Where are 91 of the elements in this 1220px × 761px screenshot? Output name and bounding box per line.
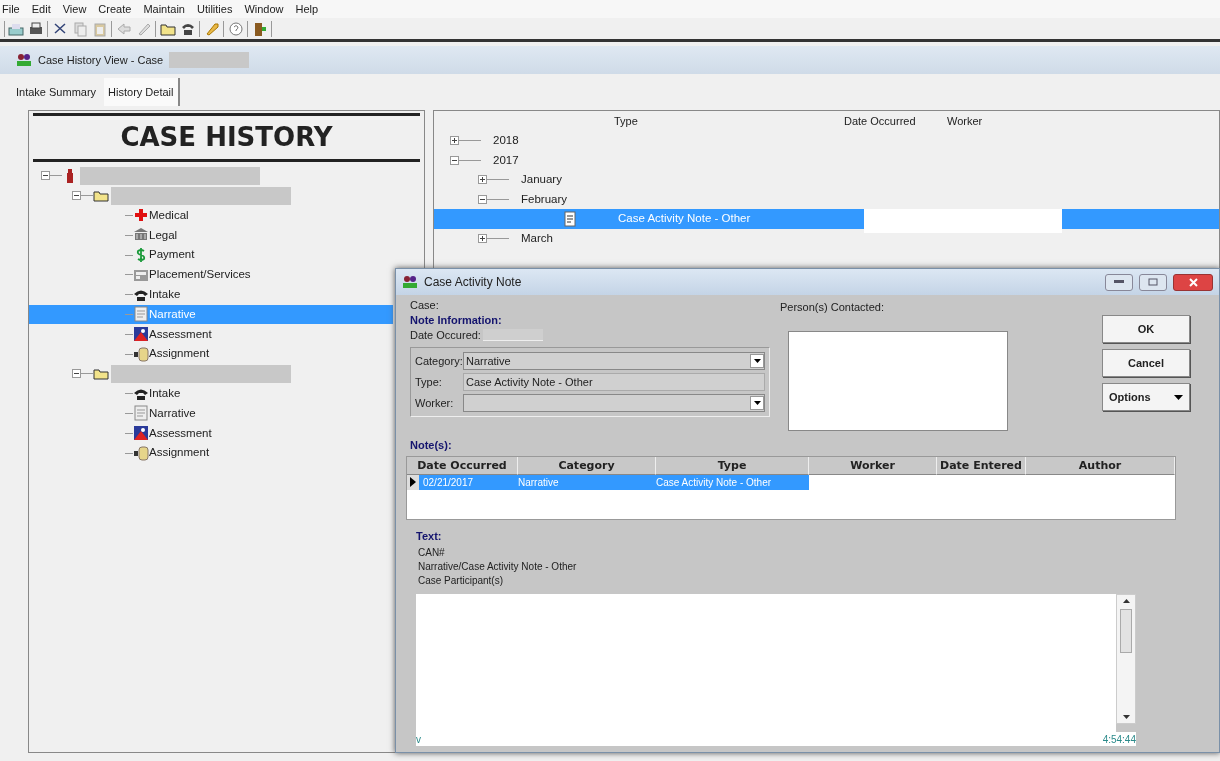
persons-contacted-label: Person(s) Contacted: <box>780 300 885 313</box>
tree-item[interactable]: February <box>521 190 568 208</box>
category-dropdown[interactable]: Narrative <box>463 352 765 370</box>
door-exit-icon[interactable] <box>252 20 268 37</box>
case-label: Case: <box>410 299 440 311</box>
scroll-up-icon <box>1122 599 1130 603</box>
tree-item[interactable]: Narrative <box>149 404 196 423</box>
column-header[interactable]: Date Occurred <box>407 456 518 475</box>
collapse-icon[interactable] <box>72 191 81 201</box>
people-icon <box>402 275 418 289</box>
column-header[interactable]: Worker <box>809 456 937 475</box>
collapse-icon[interactable] <box>41 171 50 181</box>
menu-item[interactable]: Create <box>98 0 132 18</box>
tree-item[interactable]: Placement/Services <box>149 266 251 284</box>
redacted-block <box>482 329 543 341</box>
menu-item[interactable]: View <box>62 0 87 18</box>
type-label: Type: <box>415 374 443 390</box>
collapse-icon[interactable] <box>72 369 81 379</box>
options-menu-button[interactable]: Options <box>1102 383 1190 411</box>
menu-item[interactable]: Edit <box>31 0 51 18</box>
picture-icon <box>133 425 149 442</box>
collapse-icon[interactable] <box>478 194 487 204</box>
tree-item[interactable]: Assignment <box>149 345 210 363</box>
dialog-title: Case Activity Note <box>424 274 522 291</box>
tree-item[interactable]: Assessment <box>149 325 212 343</box>
column-header[interactable]: Author <box>1026 456 1175 475</box>
date-occurred-label: Date Occured: <box>410 327 481 343</box>
help-icon[interactable] <box>228 20 244 37</box>
document-icon <box>562 210 578 227</box>
dropdown-arrow-icon <box>1174 394 1183 400</box>
collapse-icon[interactable] <box>450 155 459 165</box>
expand-icon[interactable] <box>450 136 459 146</box>
section-heading: Note Information: <box>410 313 503 327</box>
text-line: Narrative/Case Activity Note - Other <box>418 560 578 574</box>
menu-item[interactable]: File <box>2 0 20 18</box>
tree-item[interactable]: 2018 <box>493 132 519 150</box>
document-icon <box>133 306 149 323</box>
status-text: v <box>416 732 421 747</box>
column-header[interactable]: Type <box>434 112 844 130</box>
section-heading: Note(s): <box>410 439 452 451</box>
panel-title: CASE HISTORY <box>120 122 333 152</box>
medical-cross-icon <box>133 207 149 224</box>
menu-item[interactable]: Window <box>244 0 284 18</box>
text-line: CAN# <box>418 546 446 560</box>
dropdown-arrow-icon <box>753 359 761 363</box>
restore-icon <box>1148 278 1158 286</box>
tree-item[interactable]: January <box>521 171 562 189</box>
maximize-button[interactable] <box>1139 273 1167 291</box>
tree-item[interactable]: Payment <box>149 246 195 264</box>
menu-item[interactable]: Help <box>295 0 319 18</box>
column-header[interactable]: Category <box>518 456 656 475</box>
people-icon <box>16 53 32 67</box>
dialog-button[interactable]: OK <box>1102 315 1190 343</box>
tree-item[interactable]: Legal <box>149 226 178 244</box>
tree-item[interactable]: 2017 <box>493 151 519 169</box>
tree-item[interactable]: Intake <box>149 385 181 403</box>
printer-icon[interactable] <box>28 20 44 37</box>
window-title: Case History View - Case <box>38 52 164 68</box>
text-line: Case Participant(s) <box>418 574 505 588</box>
category-label: Category: <box>415 353 461 369</box>
column-header[interactable]: Type <box>656 456 809 475</box>
tree-item[interactable]: March <box>521 229 553 247</box>
menu-item[interactable]: Maintain <box>143 0 185 18</box>
tree-item[interactable]: Assessment <box>149 424 212 442</box>
tree-item[interactable]: Intake <box>149 286 181 304</box>
column-header[interactable]: Date Entered <box>937 456 1026 475</box>
menu-item[interactable]: Utilities <box>196 0 233 18</box>
dialog-button[interactable]: Cancel <box>1102 349 1190 377</box>
minimize-icon <box>1114 280 1124 284</box>
expand-icon[interactable] <box>478 233 487 243</box>
column-header[interactable]: Date Occurred <box>844 112 947 130</box>
row-pointer-icon <box>410 477 416 487</box>
minimize-button[interactable] <box>1105 273 1133 291</box>
worker-label: Worker: <box>415 395 455 411</box>
scroll-thumb[interactable] <box>1120 609 1132 653</box>
close-button[interactable] <box>1173 273 1213 291</box>
tree-item[interactable]: Medical <box>149 206 189 225</box>
picture-icon <box>133 326 149 343</box>
scroll-down-icon <box>1122 715 1130 719</box>
type-field[interactable]: Case Activity Note - Other <box>463 373 765 391</box>
dropdown-arrow-icon <box>753 401 761 405</box>
column-header[interactable]: Worker <box>947 112 1047 130</box>
close-icon <box>1188 277 1198 287</box>
section-heading: Text: <box>416 529 442 542</box>
tree-item[interactable]: Assignment <box>149 444 210 462</box>
scrollbar[interactable] <box>1116 594 1136 724</box>
worker-dropdown[interactable] <box>463 394 765 412</box>
persons-contacted-box[interactable] <box>788 331 1008 431</box>
tab[interactable]: History Detail <box>104 78 180 106</box>
status-time: 4:54:44 <box>1102 732 1136 747</box>
expand-icon[interactable] <box>478 175 487 185</box>
